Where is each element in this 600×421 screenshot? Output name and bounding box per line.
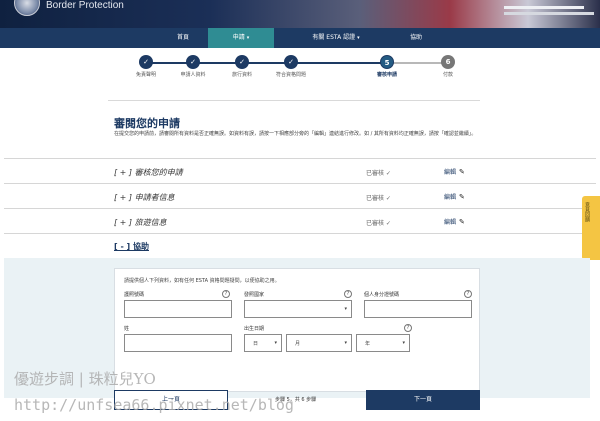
step-3-check-icon: ✓ <box>235 55 249 69</box>
dhs-logo <box>504 6 594 20</box>
dob-label: 出生日期 <box>244 326 265 332</box>
help-question-icon[interactable]: ? <box>222 290 230 298</box>
nav-item-help[interactable]: 協助 <box>396 28 436 48</box>
step-2-check-icon: ✓ <box>186 55 200 69</box>
nav-item-about-esta[interactable]: 有關 ESTA 認證 ▾ <box>296 28 376 48</box>
step-label-disclaimer: 免責聲明 <box>135 72 156 78</box>
pencil-icon: ✎ <box>459 193 465 201</box>
nav-item-apply[interactable]: 申請 ▾ <box>208 28 274 48</box>
help-form-card <box>114 268 480 392</box>
agency-name: Border Protection <box>46 0 124 11</box>
chevron-down-icon: ▾ <box>246 35 250 41</box>
pencil-icon: ✎ <box>459 218 465 226</box>
step-4-check-icon: ✓ <box>284 55 298 69</box>
section-travel-info[interactable]: [ + ] 旅遊信息 已審核 ✓ 編輯 ✎ <box>4 208 596 233</box>
surname-input[interactable] <box>124 334 232 352</box>
personal-id-label: 個人身分證號碼 <box>364 292 400 298</box>
section-review-application[interactable]: [ + ] 審核您的申請 已審核 ✓ 編輯 ✎ <box>4 158 596 183</box>
help-toggle-link[interactable]: [ - ] 協助 <box>114 241 149 252</box>
step-label-payment: 付款 <box>442 72 453 78</box>
pencil-icon: ✎ <box>459 168 465 176</box>
intro-text: 在提交您的申請前，請審閱所有資料是否正確無誤。如資料有誤，請按一下相應部分旁的「… <box>114 131 477 137</box>
main-nav: 首頁 申請 ▾ 有關 ESTA 認證 ▾ 協助 <box>0 28 600 48</box>
step-1-check-icon: ✓ <box>139 55 153 69</box>
dob-year-select[interactable]: 年 ▾ <box>356 334 410 352</box>
section-title[interactable]: [ + ] 旅遊信息 <box>114 217 167 228</box>
issuing-country-label: 發照國家 <box>244 292 265 298</box>
personal-id-input[interactable] <box>364 300 472 318</box>
dob-month-select[interactable]: 月 ▾ <box>286 334 352 352</box>
divider <box>108 100 480 101</box>
step-label-review: 審核申請 <box>376 72 397 78</box>
chevron-down-icon: ▾ <box>344 340 347 346</box>
step-5-marker: 5 <box>380 55 394 69</box>
passport-number-input[interactable] <box>124 300 232 318</box>
help-question-icon[interactable]: ? <box>344 290 352 298</box>
section-applicant-info[interactable]: [ + ] 申請者信息 已審核 ✓ 編輯 ✎ <box>4 183 596 208</box>
nav-item-home[interactable]: 首頁 <box>150 28 216 48</box>
agency-seal-icon <box>14 0 40 16</box>
chevron-down-icon: ▾ <box>402 340 405 346</box>
section-title[interactable]: [ + ] 審核您的申請 <box>114 167 183 178</box>
feedback-side-tab[interactable]: 意見回饋 <box>582 196 600 260</box>
step-6-marker: 6 <box>441 55 455 69</box>
reviewed-status: 已審核 ✓ <box>366 170 391 177</box>
step-label-travel: 旅行資料 <box>231 72 252 78</box>
passport-number-label: 護照號碼 <box>124 292 145 298</box>
step-label-eligibility: 符合資格問題 <box>275 72 306 78</box>
progress-bar-complete <box>146 62 386 64</box>
surname-label: 姓 <box>124 326 130 332</box>
watermark-text: 優遊步調 | 珠粒兒YO <box>14 370 156 388</box>
help-question-icon[interactable]: ? <box>464 290 472 298</box>
help-question-icon[interactable]: ? <box>404 324 412 332</box>
progress-bar-remaining <box>386 62 448 64</box>
issuing-country-select[interactable]: ▾ <box>244 300 352 318</box>
watermark-url: http://unfsea66.pixnet.net/blog <box>14 396 294 414</box>
section-divider <box>4 233 596 234</box>
section-title[interactable]: [ + ] 申請者信息 <box>114 192 175 203</box>
dob-day-select[interactable]: 日 ▾ <box>244 334 282 352</box>
header-banner: Border Protection <box>0 0 600 28</box>
form-hint: 請提供個人下列資料，如有任何 ESTA 資格問題疑問，以便協助之用。 <box>124 278 280 284</box>
next-button[interactable]: 下一頁 <box>366 390 480 410</box>
edit-link[interactable]: 編輯 ✎ <box>444 217 465 226</box>
feedback-label: 意見回饋 <box>584 202 590 222</box>
reviewed-status: 已審核 ✓ <box>366 195 391 202</box>
reviewed-status: 已審核 ✓ <box>366 220 391 227</box>
chevron-down-icon: ▾ <box>357 35 360 41</box>
edit-link[interactable]: 編輯 ✎ <box>444 167 465 176</box>
edit-link[interactable]: 編輯 ✎ <box>444 192 465 201</box>
chevron-down-icon: ▾ <box>274 340 277 346</box>
chevron-down-icon: ▾ <box>344 306 347 312</box>
step-label-applicant: 申請人資料 <box>180 72 206 78</box>
page-title: 審閱您的申請 <box>114 117 180 130</box>
